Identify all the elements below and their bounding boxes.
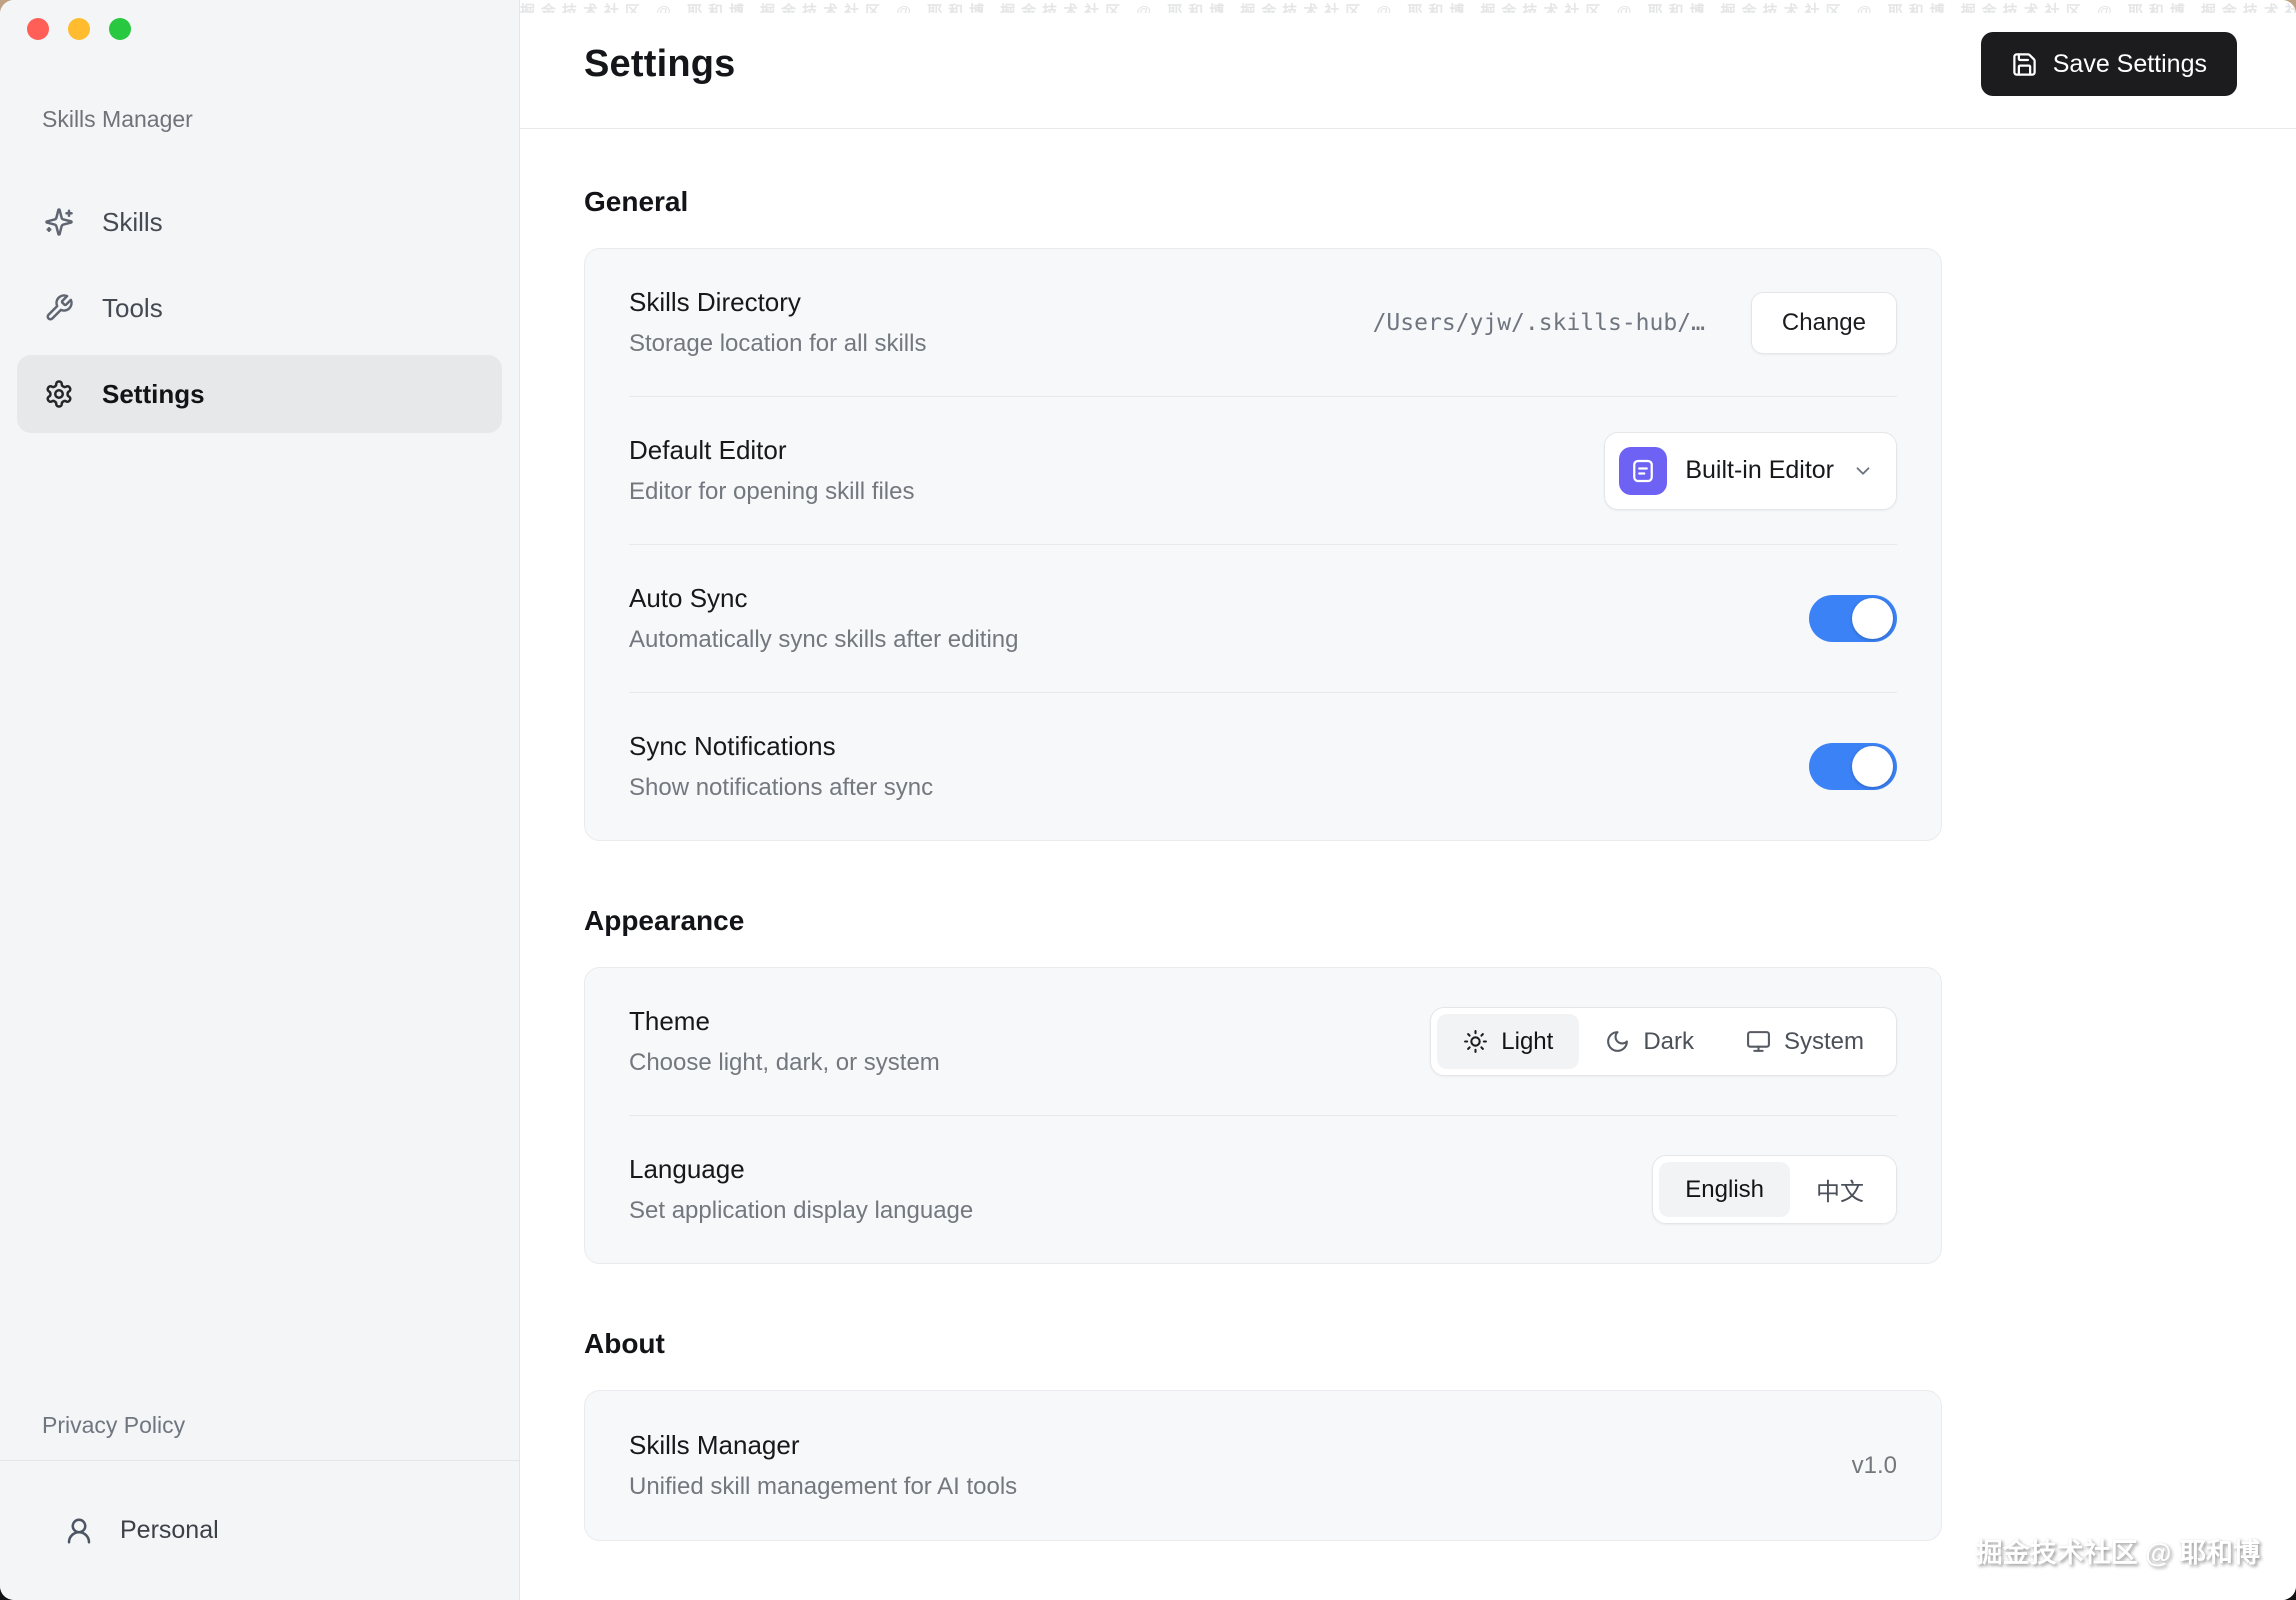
close-window-button[interactable] — [27, 18, 49, 40]
app-window: Skills Manager Skills Tools Settings Pri… — [0, 0, 2296, 1600]
page-title: Settings — [584, 42, 736, 85]
chevron-down-icon — [1852, 460, 1874, 482]
setting-subtitle: Set application display language — [629, 1197, 974, 1224]
setting-title: Skills Directory — [629, 287, 801, 317]
about-card: Skills Manager Unified skill management … — [584, 1390, 1942, 1541]
default-editor-dropdown[interactable]: Built-in Editor — [1604, 431, 1897, 510]
section-heading-appearance: Appearance — [584, 905, 745, 936]
setting-title: Sync Notifications — [629, 731, 836, 761]
setting-row-skills-directory: Skills Directory Storage location for al… — [629, 249, 1897, 396]
default-editor-value: Built-in Editor — [1685, 456, 1834, 484]
zoom-window-button[interactable] — [109, 18, 131, 40]
sidebar-item-label: Tools — [102, 292, 163, 323]
theme-option-dark[interactable]: Dark — [1579, 1014, 1720, 1069]
setting-row-default-editor: Default Editor Editor for opening skill … — [629, 396, 1897, 544]
language-segmented-control: English 中文 — [1652, 1155, 1897, 1224]
privacy-policy-link[interactable]: Privacy Policy — [42, 1412, 519, 1439]
setting-subtitle: Show notifications after sync — [629, 774, 934, 801]
section-heading-general: General — [584, 186, 689, 217]
setting-row-language: Language Set application display languag… — [629, 1115, 1897, 1263]
sun-icon — [1464, 1030, 1488, 1053]
language-option-chinese[interactable]: 中文 — [1790, 1162, 1890, 1217]
setting-title: Language — [629, 1154, 745, 1184]
theme-option-system[interactable]: System — [1720, 1014, 1890, 1069]
sidebar: Skills Manager Skills Tools Settings Pri… — [0, 0, 520, 1600]
language-option-english[interactable]: English — [1659, 1162, 1790, 1217]
language-option-label: English — [1685, 1175, 1764, 1203]
sidebar-bottom: Privacy Policy Personal — [0, 1412, 519, 1600]
app-title: Skills Manager — [42, 106, 193, 132]
sidebar-item-skills[interactable]: Skills — [17, 183, 502, 261]
theme-segmented-control: Light Dark System — [1430, 1007, 1897, 1076]
theme-option-label: System — [1783, 1027, 1864, 1055]
appearance-card: Theme Choose light, dark, or system Ligh… — [584, 967, 1942, 1264]
save-settings-label: Save Settings — [2052, 49, 2207, 78]
setting-subtitle: Storage location for all skills — [629, 330, 927, 357]
setting-subtitle: Automatically sync skills after editing — [629, 626, 1019, 653]
sync-notifications-toggle[interactable] — [1809, 743, 1897, 790]
save-icon — [2012, 52, 2036, 76]
change-directory-button[interactable]: Change — [1750, 291, 1897, 354]
moon-icon — [1607, 1031, 1629, 1052]
sidebar-item-settings[interactable]: Settings — [17, 355, 502, 433]
app-version: v1.0 — [1851, 1451, 1897, 1479]
account-switcher[interactable]: Personal — [0, 1460, 519, 1600]
monitor-icon — [1747, 1031, 1770, 1052]
setting-title: Default Editor — [629, 435, 787, 465]
settings-content: General Skills Directory Storage locatio… — [520, 186, 2296, 1541]
minimize-window-button[interactable] — [68, 18, 90, 40]
save-settings-button[interactable]: Save Settings — [1980, 32, 2237, 96]
gear-icon — [46, 380, 72, 408]
theme-option-light[interactable]: Light — [1437, 1014, 1580, 1069]
sidebar-nav: Skills Tools Settings — [17, 183, 502, 433]
main-panel: 掘金技术社区 @ 耶和博 掘金技术社区 @ 耶和博 掘金技术社区 @ 耶和博 掘… — [520, 0, 2296, 1600]
sidebar-item-tools[interactable]: Tools — [17, 269, 502, 347]
setting-row-theme: Theme Choose light, dark, or system Ligh… — [629, 968, 1897, 1115]
language-option-label: 中文 — [1816, 1179, 1864, 1206]
account-label: Personal — [120, 1516, 219, 1544]
setting-subtitle: Editor for opening skill files — [629, 478, 915, 505]
toggle-knob — [1852, 598, 1893, 639]
setting-subtitle: Choose light, dark, or system — [629, 1049, 940, 1076]
sidebar-item-label: Settings — [102, 378, 205, 409]
setting-row-auto-sync: Auto Sync Automatically sync skills afte… — [629, 544, 1897, 692]
skills-directory-path: /Users/yjw/.skills-hub/… — [1372, 309, 1705, 336]
auto-sync-toggle[interactable] — [1809, 595, 1897, 642]
section-heading-about: About — [584, 1328, 665, 1359]
setting-title: Theme — [629, 1006, 710, 1036]
theme-option-label: Light — [1501, 1027, 1554, 1055]
user-icon — [67, 1518, 91, 1543]
sidebar-item-label: Skills — [102, 206, 163, 237]
about-row: Skills Manager Unified skill management … — [629, 1391, 1897, 1540]
setting-row-sync-notifications: Sync Notifications Show notifications af… — [629, 692, 1897, 840]
editor-file-icon — [1619, 446, 1668, 495]
window-controls — [0, 0, 519, 40]
theme-option-label: Dark — [1643, 1027, 1694, 1055]
setting-title: Auto Sync — [629, 583, 748, 613]
general-card: Skills Directory Storage location for al… — [584, 248, 1942, 841]
about-app-description: Unified skill management for AI tools — [629, 1473, 1018, 1500]
wrench-icon — [46, 294, 73, 321]
page-header: Settings Save Settings — [520, 0, 2296, 129]
toggle-knob — [1852, 746, 1893, 787]
about-app-name: Skills Manager — [629, 1430, 800, 1460]
sparkles-icon — [45, 208, 73, 236]
